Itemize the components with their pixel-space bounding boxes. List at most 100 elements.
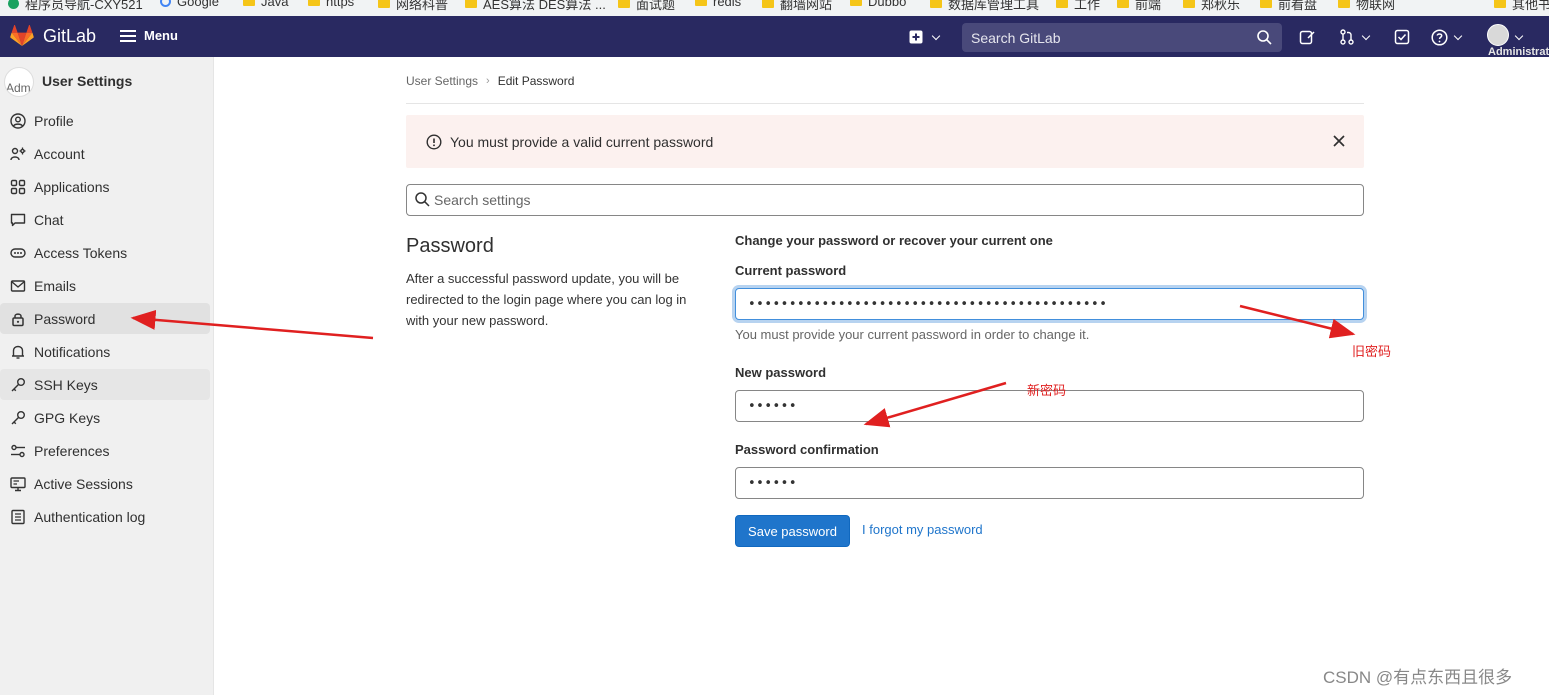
folder-icon (762, 0, 774, 8)
password-confirmation-field[interactable]: •••••• (735, 467, 1364, 499)
monitor-icon (9, 475, 27, 493)
applications-icon (9, 178, 27, 196)
breadcrumb-divider (406, 103, 1364, 104)
save-password-button[interactable]: Save password (735, 515, 850, 547)
todos-button[interactable] (1394, 26, 1410, 48)
bookmark-item[interactable]: 面试题 (618, 0, 675, 13)
bookmark-item[interactable]: AES算法 DES算法 ... (465, 0, 606, 13)
account-icon (9, 145, 27, 163)
sidebar-item-label: Account (34, 145, 85, 162)
sidebar-item-label: Authentication log (34, 508, 146, 525)
gitlab-logo-icon[interactable] (10, 25, 34, 47)
close-icon[interactable] (1332, 134, 1346, 148)
bookmark-item[interactable]: 郑秋乐 (1183, 0, 1240, 13)
sidebar-item-emails[interactable]: Emails (0, 270, 210, 301)
sidebar-item-authentication-log[interactable]: Authentication log (0, 501, 210, 532)
sidebar-item-password[interactable]: Password (0, 303, 210, 334)
sidebar-header[interactable]: Adm User Settings (0, 65, 214, 97)
sidebar-item-notifications[interactable]: Notifications (0, 336, 210, 367)
bookmark-item[interactable]: redis (695, 0, 741, 9)
chat-icon (9, 211, 27, 229)
folder-icon (1494, 0, 1506, 8)
bookmark-item[interactable]: 网络科普 (378, 0, 448, 13)
bookmark-item[interactable]: Google (160, 0, 219, 9)
bookmark-item[interactable]: 前端 (1117, 0, 1161, 13)
sidebar-item-label: Access Tokens (34, 244, 128, 261)
todo-check-icon (1394, 29, 1410, 45)
bookmark-item[interactable]: 程序员导航-CXY521 (8, 0, 143, 13)
bookmark-item[interactable]: 其他书 (1494, 0, 1549, 13)
merge-request-icon (1340, 29, 1354, 45)
sidebar-item-account[interactable]: Account (0, 138, 210, 169)
cxy-icon (8, 0, 19, 9)
breadcrumb-current[interactable]: Edit Password (498, 74, 575, 88)
chevron-down-icon (1453, 31, 1463, 40)
bookmark-item[interactable]: Java (243, 0, 288, 9)
sidebar-title: User Settings (42, 73, 133, 89)
chevron-down-icon (1361, 31, 1371, 40)
bookmark-item[interactable]: https (308, 0, 354, 9)
key-icon (9, 409, 27, 427)
chevron-right-icon: › (486, 75, 490, 87)
sidebar-item-preferences[interactable]: Preferences (0, 435, 210, 466)
bookmark-item[interactable]: 数据库管理工具 (930, 0, 1039, 13)
breadcrumb-parent-link[interactable]: User Settings (406, 74, 478, 88)
sidebar-item-ssh-keys[interactable]: SSH Keys (0, 369, 210, 400)
search-icon (1257, 30, 1272, 45)
global-search[interactable] (962, 23, 1282, 52)
password-confirmation-label: Password confirmation (735, 442, 879, 457)
bookmark-item[interactable]: 翻墙网站 (762, 0, 832, 13)
merge-requests-button[interactable] (1339, 26, 1371, 48)
bookmarks-bar: 程序员导航-CXY521 Google Java https 网络科普 AES算… (0, 0, 1549, 16)
folder-icon (465, 0, 477, 8)
info-circle-icon (426, 133, 442, 150)
bookmark-item[interactable]: Dubbo (850, 0, 906, 9)
sidebar-item-label: Applications (34, 178, 110, 195)
preferences-icon (9, 442, 27, 460)
bookmark-item[interactable]: 物联网 (1338, 0, 1395, 13)
sidebar-item-chat[interactable]: Chat (0, 204, 210, 235)
current-password-label: Current password (735, 263, 847, 278)
folder-icon (378, 0, 390, 8)
issues-button[interactable] (1299, 26, 1315, 48)
profile-icon (9, 112, 27, 130)
plus-square-icon (909, 30, 923, 44)
create-new-dropdown[interactable] (909, 26, 941, 48)
folder-icon (850, 0, 862, 6)
section-title: Password (406, 235, 494, 257)
forgot-password-link[interactable]: I forgot my password (862, 522, 983, 537)
sidebar-item-label: Password (34, 310, 96, 327)
help-dropdown[interactable] (1431, 26, 1463, 48)
global-search-input[interactable] (962, 23, 1282, 52)
user-menu-toggle[interactable] (1514, 26, 1524, 48)
sidebar-item-profile[interactable]: Profile (0, 105, 210, 136)
annotation-arrows (130, 304, 1356, 428)
current-password-field[interactable]: ••••••••••••••••••••••••••••••••••••••••… (735, 288, 1364, 320)
user-avatar[interactable] (1487, 24, 1509, 46)
sidebar-item-label: SSH Keys (34, 376, 98, 393)
sidebar-item-access-tokens[interactable]: Access Tokens (0, 237, 210, 268)
menu-button[interactable]: Menu (120, 28, 178, 43)
sidebar-item-active-sessions[interactable]: Active Sessions (0, 468, 210, 499)
sidebar-item-applications[interactable]: Applications (0, 171, 210, 202)
folder-icon (1117, 0, 1129, 8)
sidebar-item-label: Active Sessions (34, 475, 133, 492)
chevron-down-icon (1514, 31, 1524, 40)
bookmark-item[interactable]: 前看盘 (1260, 0, 1317, 13)
form-header: Change your password or recover your cur… (735, 233, 1053, 248)
bookmark-item[interactable]: 工作 (1056, 0, 1100, 13)
sidebar-item-gpg-keys[interactable]: GPG Keys (0, 402, 210, 433)
sidebar-item-label: Emails (34, 277, 77, 294)
folder-icon (1338, 0, 1350, 8)
hamburger-icon (120, 29, 136, 42)
folder-icon (1260, 0, 1272, 8)
search-icon (415, 192, 430, 207)
mail-icon (9, 277, 27, 295)
sidebar-item-label: Notifications (34, 343, 111, 360)
alert-message: You must provide a valid current passwor… (450, 133, 714, 150)
brand-name[interactable]: GitLab (43, 26, 96, 47)
settings-search-input[interactable] (434, 185, 1334, 215)
google-icon (160, 0, 171, 7)
settings-search (406, 184, 1364, 216)
error-alert: You must provide a valid current passwor… (406, 115, 1364, 168)
